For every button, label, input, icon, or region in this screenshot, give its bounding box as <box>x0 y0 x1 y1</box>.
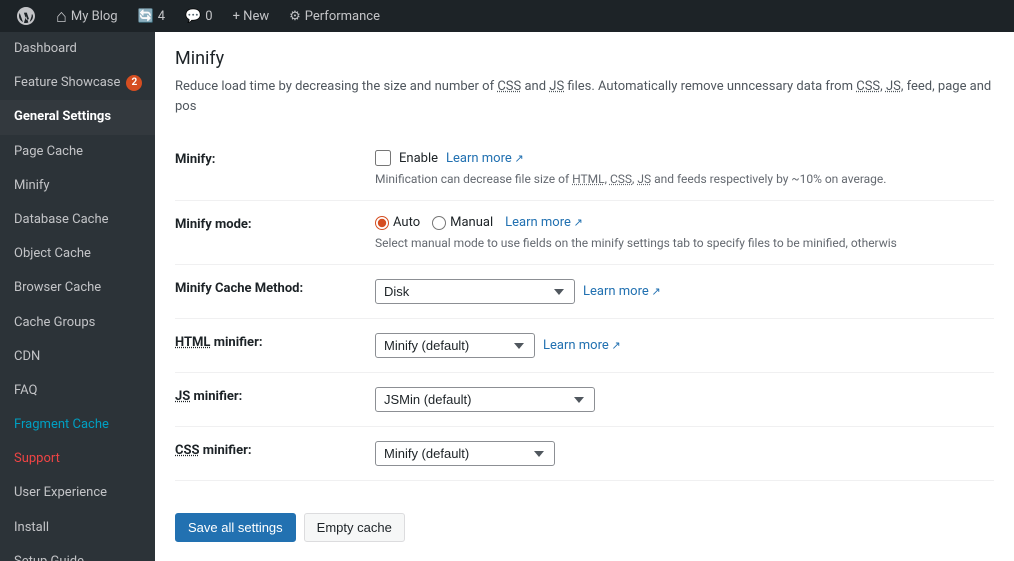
minify-mode-learn-more-link[interactable]: Learn more <box>505 215 583 230</box>
js-minifier-label: JS minifier: <box>175 389 242 404</box>
admin-bar: ⌂ My Blog 🔄 4 💬 0 + New ⚙ Performance <box>0 0 1014 32</box>
sidebar-item-database-cache[interactable]: Database Cache <box>0 203 155 237</box>
sidebar-label-dashboard: Dashboard <box>14 40 77 58</box>
minify-field-label: Minify: <box>175 152 215 167</box>
minify-enable-label: Enable <box>399 151 438 166</box>
sidebar-label-user-experience: User Experience <box>14 484 107 502</box>
sidebar-label-cache-groups: Cache Groups <box>14 314 95 332</box>
minify-checkbox[interactable] <box>375 150 391 166</box>
css-minifier-label: CSS minifier: <box>175 443 252 458</box>
sidebar-label-faq: FAQ <box>14 382 37 400</box>
settings-table: Minify: Enable Learn more Minification c… <box>175 136 994 481</box>
sidebar-item-cache-groups[interactable]: Cache Groups <box>0 306 155 340</box>
minify-row: Minify: Enable Learn more Minification c… <box>175 136 994 201</box>
updates-item[interactable]: 🔄 4 <box>130 0 174 32</box>
sidebar-label-minify: Minify <box>14 177 50 195</box>
html-minifier-field-row: Minify (default) None Learn more <box>375 333 984 358</box>
wp-logo-icon <box>16 6 36 26</box>
my-blog-item[interactable]: ⌂ My Blog <box>48 0 126 32</box>
css-minifier-select[interactable]: Minify (default) YUI Compressor None <box>375 441 555 466</box>
sidebar-item-setup-guide[interactable]: Setup Guide <box>0 545 155 561</box>
minify-learn-more-link[interactable]: Learn more <box>446 151 524 166</box>
updates-count: 4 <box>158 9 165 24</box>
sidebar-item-page-cache[interactable]: Page Cache <box>0 135 155 169</box>
content-inner: Minify Reduce load time by decreasing th… <box>155 32 1014 561</box>
sidebar-label-support: Support <box>14 450 60 468</box>
manual-radio[interactable] <box>432 216 446 230</box>
new-item[interactable]: + New <box>225 0 278 32</box>
sidebar-label-feature-showcase: Feature Showcase <box>14 74 120 92</box>
sidebar-item-general-settings[interactable]: General Settings <box>0 100 155 134</box>
main-layout: Dashboard Feature Showcase 2 General Set… <box>0 32 1014 561</box>
main-content: Minify Reduce load time by decreasing th… <box>155 32 1014 561</box>
minify-cache-method-field-row: Disk Memcache Database Opcode: APC Opcod… <box>375 279 984 304</box>
minify-cache-method-select[interactable]: Disk Memcache Database Opcode: APC Opcod… <box>375 279 575 304</box>
minify-mode-row: Minify mode: Auto Manual <box>175 201 994 265</box>
sidebar-label-database-cache: Database Cache <box>14 211 109 229</box>
sidebar-item-minify[interactable]: Minify <box>0 169 155 203</box>
page-description: Reduce load time by decreasing the size … <box>175 77 994 116</box>
empty-cache-button[interactable]: Empty cache <box>304 513 405 542</box>
comments-item[interactable]: 💬 0 <box>177 0 221 32</box>
minify-help-text: Minification can decrease file size of H… <box>375 172 984 186</box>
minify-mode-label: Minify mode: <box>175 217 252 232</box>
save-all-settings-button[interactable]: Save all settings <box>175 513 296 542</box>
css-minifier-row: CSS minifier: Minify (default) YUI Compr… <box>175 427 994 481</box>
auto-radio[interactable] <box>375 216 389 230</box>
sidebar-item-cdn[interactable]: CDN <box>0 340 155 374</box>
sidebar-item-support[interactable]: Support <box>0 442 155 476</box>
auto-radio-label[interactable]: Auto <box>375 215 420 230</box>
site-name: My Blog <box>71 9 118 24</box>
sidebar-item-object-cache[interactable]: Object Cache <box>0 237 155 271</box>
sidebar-item-install[interactable]: Install <box>0 511 155 545</box>
sidebar-label-object-cache: Object Cache <box>14 245 91 263</box>
sidebar-item-feature-showcase[interactable]: Feature Showcase 2 <box>0 66 155 100</box>
performance-label: Performance <box>305 9 380 24</box>
html-minifier-select[interactable]: Minify (default) None <box>375 333 535 358</box>
minify-cache-method-learn-more[interactable]: Learn more <box>583 284 661 299</box>
auto-radio-text: Auto <box>393 215 420 230</box>
manual-radio-label[interactable]: Manual <box>432 215 493 230</box>
sidebar-label-cdn: CDN <box>14 348 40 366</box>
sidebar-label-page-cache: Page Cache <box>14 143 83 161</box>
comments-count: 0 <box>205 9 212 24</box>
js-minifier-select[interactable]: JSMin (default) Google Closure Compiler … <box>375 387 595 412</box>
new-label: + New <box>233 9 270 24</box>
sidebar-item-browser-cache[interactable]: Browser Cache <box>0 271 155 305</box>
sidebar-label-fragment-cache: Fragment Cache <box>14 416 109 434</box>
sidebar-label-setup-guide: Setup Guide <box>14 553 84 561</box>
sidebar-label-browser-cache: Browser Cache <box>14 279 101 297</box>
feature-showcase-badge: 2 <box>126 75 142 91</box>
js-minifier-row: JS minifier: JSMin (default) Google Clos… <box>175 373 994 427</box>
html-minifier-learn-more[interactable]: Learn more <box>543 338 621 353</box>
html-minifier-row: HTML minifier: Minify (default) None Lea… <box>175 319 994 373</box>
html-minifier-label: HTML minifier: <box>175 335 263 350</box>
sidebar-label-install: Install <box>14 519 49 537</box>
sidebar-item-faq[interactable]: FAQ <box>0 374 155 408</box>
performance-item[interactable]: ⚙ Performance <box>281 0 388 32</box>
minify-field-row: Enable Learn more <box>375 150 984 166</box>
css-minifier-field-row: Minify (default) YUI Compressor None <box>375 441 984 466</box>
minify-mode-field-row: Auto Manual Learn more <box>375 215 984 230</box>
sidebar-item-dashboard[interactable]: Dashboard <box>0 32 155 66</box>
page-title: Minify <box>175 48 994 69</box>
sidebar-label-general-settings: General Settings <box>14 108 111 126</box>
minify-mode-help-text: Select manual mode to use fields on the … <box>375 236 984 250</box>
sidebar: Dashboard Feature Showcase 2 General Set… <box>0 32 155 561</box>
sidebar-item-fragment-cache[interactable]: Fragment Cache <box>0 408 155 442</box>
js-minifier-field-row: JSMin (default) Google Closure Compiler … <box>375 387 984 412</box>
wp-logo-item[interactable] <box>8 0 44 32</box>
footer-actions: Save all settings Empty cache <box>175 501 994 542</box>
sidebar-item-user-experience[interactable]: User Experience <box>0 476 155 510</box>
manual-radio-text: Manual <box>450 215 493 230</box>
minify-cache-method-label: Minify Cache Method: <box>175 281 303 296</box>
minify-cache-method-row: Minify Cache Method: Disk Memcache Datab… <box>175 265 994 319</box>
